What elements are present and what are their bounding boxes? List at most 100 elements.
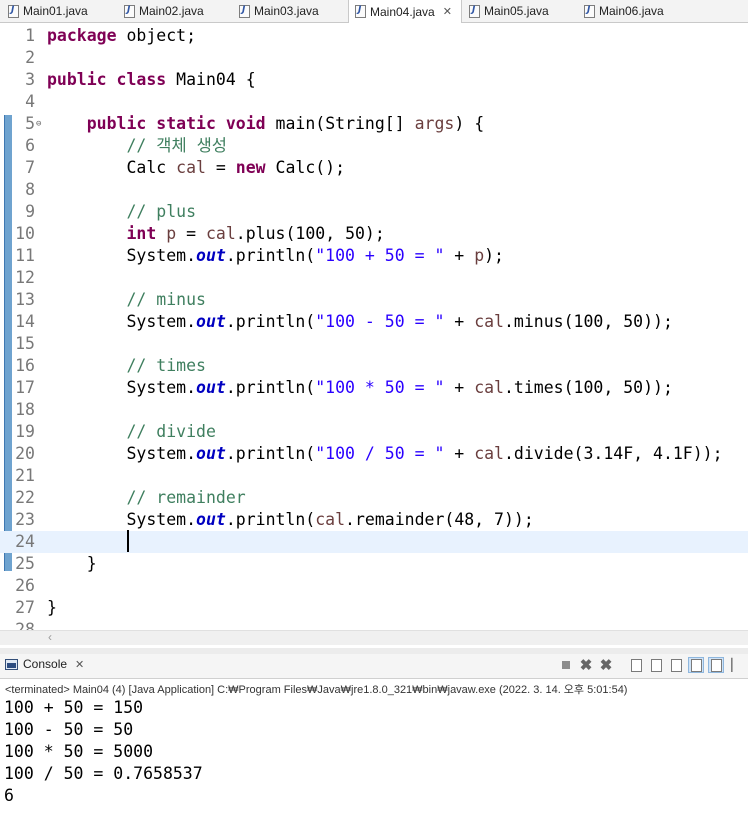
code-line[interactable]: 27} bbox=[0, 597, 748, 619]
console-status: <terminated> Main04 (4) [Java Applicatio… bbox=[5, 684, 628, 696]
code-token: System. bbox=[47, 312, 197, 331]
fold-toggle-icon[interactable]: ⊖ bbox=[36, 113, 41, 135]
code-line[interactable]: 8 bbox=[0, 179, 748, 201]
code-text: } bbox=[47, 553, 97, 575]
code-token: cal bbox=[474, 444, 504, 463]
tab-main05[interactable]: Main05.java bbox=[463, 0, 575, 22]
code-line[interactable]: 2 bbox=[0, 47, 748, 69]
code-line[interactable]: 28 bbox=[0, 619, 748, 630]
code-text: // 객체 생성 bbox=[47, 135, 227, 157]
line-number: 19 bbox=[15, 422, 35, 441]
code-token: System. bbox=[47, 378, 197, 397]
code-line[interactable]: 18 bbox=[0, 399, 748, 421]
line-number: 18 bbox=[15, 400, 35, 419]
line-number: 24 bbox=[15, 532, 35, 551]
code-text: package object; bbox=[47, 25, 196, 47]
code-line[interactable]: 24 bbox=[0, 531, 748, 553]
code-text: System.out.println(cal.remainder(48, 7))… bbox=[47, 509, 533, 531]
code-text: public static void main(String[] args) { bbox=[47, 113, 484, 135]
code-token: out bbox=[196, 510, 226, 529]
code-line[interactable]: 5 ⊖ public static void main(String[] args… bbox=[0, 113, 748, 135]
code-line[interactable]: 3 public class Main04 { bbox=[0, 69, 748, 91]
code-editor[interactable]: 1 package object; 2 3 public class Main04 {4… bbox=[0, 23, 748, 630]
java-file-icon bbox=[584, 4, 595, 18]
code-token: = bbox=[205, 158, 236, 177]
code-line[interactable]: 9 // plus bbox=[0, 201, 748, 223]
tab-label: Main01.java bbox=[23, 4, 88, 18]
line-number: 16 bbox=[15, 356, 35, 375]
code-line[interactable]: 20 System.out.println("100 / 50 = " + ca… bbox=[0, 443, 748, 465]
code-token: public bbox=[86, 114, 147, 133]
close-icon[interactable]: ✕ bbox=[443, 5, 452, 18]
code-line[interactable]: 16 // times bbox=[0, 355, 748, 377]
horizontal-scrollbar[interactable]: ‹ bbox=[0, 630, 748, 645]
scroll-left-icon[interactable]: ‹ bbox=[48, 630, 52, 644]
code-token: "100 + 50 = " bbox=[315, 246, 445, 265]
remove-launch-icon[interactable]: ✖ bbox=[578, 657, 594, 674]
close-icon[interactable]: ✕ bbox=[75, 658, 84, 671]
code-line[interactable]: 19 // divide bbox=[0, 421, 748, 443]
code-line[interactable]: 12 bbox=[0, 267, 748, 289]
code-line[interactable]: 26 bbox=[0, 575, 748, 597]
tab-label: Main02.java bbox=[139, 4, 204, 18]
code-token: ); bbox=[484, 246, 504, 265]
code-line[interactable]: 7 Calc cal = new Calc(); bbox=[0, 157, 748, 179]
code-line[interactable]: 15 bbox=[0, 333, 748, 355]
open-console-icon[interactable] bbox=[708, 657, 724, 673]
code-line[interactable]: 14 System.out.println("100 - 50 = " + ca… bbox=[0, 311, 748, 333]
line-number: 27 bbox=[15, 598, 35, 617]
console-output-line: 100 / 50 = 0.7658537 bbox=[4, 764, 203, 783]
tab-label: Main04.java bbox=[370, 4, 435, 19]
console-tab[interactable]: Console ✕ bbox=[5, 657, 84, 671]
code-token: ) { bbox=[454, 114, 485, 133]
code-text: // remainder bbox=[47, 487, 245, 509]
text-cursor bbox=[127, 530, 129, 552]
code-token: System. bbox=[47, 510, 197, 529]
tab-main06[interactable]: Main06.java bbox=[578, 0, 690, 22]
pin-console-icon[interactable] bbox=[668, 657, 684, 673]
code-line[interactable]: 13 // minus bbox=[0, 289, 748, 311]
code-text: // plus bbox=[47, 201, 196, 223]
line-number: 1 bbox=[25, 26, 35, 45]
line-number: 28 bbox=[15, 620, 35, 630]
tab-main02[interactable]: Main02.java bbox=[118, 0, 230, 22]
code-token: args bbox=[414, 114, 455, 133]
code-line[interactable]: 1 package object; bbox=[0, 25, 748, 47]
code-line[interactable]: 23 System.out.println(cal.remainder(48, … bbox=[0, 509, 748, 531]
code-token: cal bbox=[176, 158, 206, 177]
tab-main03[interactable]: Main03.java bbox=[233, 0, 345, 22]
code-token: // divide bbox=[126, 422, 216, 441]
code-line[interactable]: 10 int p = cal.plus(100, 50); bbox=[0, 223, 748, 245]
code-token: // times bbox=[126, 356, 206, 375]
view-menu-icon[interactable]: ▏ bbox=[728, 657, 744, 673]
word-wrap-icon[interactable] bbox=[648, 657, 664, 673]
code-line[interactable]: 4 bbox=[0, 91, 748, 113]
code-line[interactable]: 22 // remainder bbox=[0, 487, 748, 509]
terminate-icon[interactable] bbox=[558, 657, 574, 673]
line-number: 10 bbox=[15, 224, 35, 243]
line-number: 26 bbox=[15, 576, 35, 595]
console-tab-label: Console bbox=[23, 657, 68, 671]
code-token: .println( bbox=[225, 312, 316, 331]
code-line[interactable]: 17 System.out.println("100 * 50 = " + ca… bbox=[0, 377, 748, 399]
code-token: // 객체 생성 bbox=[126, 136, 227, 155]
scroll-lock-icon[interactable] bbox=[628, 657, 644, 673]
code-token: System. bbox=[47, 246, 197, 265]
console-output-line: 100 * 50 = 5000 bbox=[4, 742, 154, 761]
java-file-icon bbox=[8, 4, 19, 18]
code-token: p bbox=[474, 246, 485, 265]
remove-all-icon[interactable]: ✖ bbox=[598, 657, 614, 674]
tab-main04[interactable]: Main04.java ✕ bbox=[348, 0, 462, 23]
line-number: 14 bbox=[15, 312, 35, 331]
code-line[interactable]: 21 bbox=[0, 465, 748, 487]
code-token: + bbox=[444, 444, 475, 463]
tab-main01[interactable]: Main01.java bbox=[2, 0, 114, 22]
code-line[interactable]: 11 System.out.println("100 + 50 = " + p)… bbox=[0, 245, 748, 267]
display-console-icon[interactable] bbox=[688, 657, 704, 673]
code-line[interactable]: 6 // 객체 생성 bbox=[0, 135, 748, 157]
code-line[interactable]: 25 } bbox=[0, 553, 748, 575]
